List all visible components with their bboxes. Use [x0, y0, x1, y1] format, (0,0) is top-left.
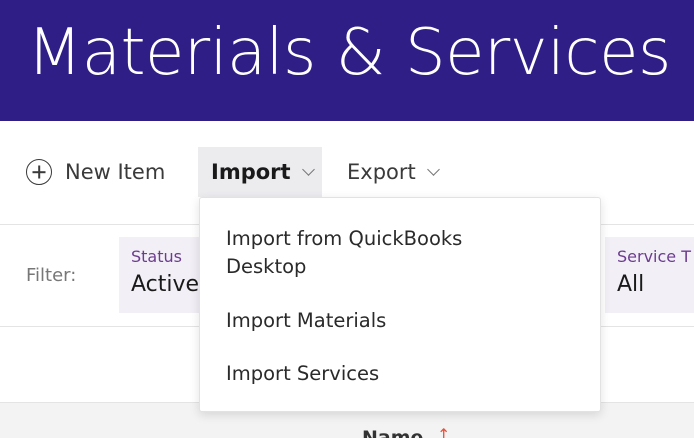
status-filter-value: Active	[131, 272, 200, 297]
filter-label: Filter:	[26, 265, 77, 286]
status-filter-caption: Status	[131, 247, 182, 266]
status-filter[interactable]: Status Active	[119, 237, 209, 313]
menu-item-import-quickbooks[interactable]: Import from QuickBooks Desktop	[226, 225, 526, 281]
import-button[interactable]: Import	[198, 147, 322, 197]
service-type-filter[interactable]: Service T All	[605, 237, 694, 313]
header-banner: Materials & Services	[0, 0, 694, 121]
sort-ascending-icon[interactable]: ↑	[437, 425, 450, 438]
import-dropdown-menu: Import from QuickBooks Desktop Import Ma…	[199, 197, 601, 412]
page-title: Materials & Services	[27, 16, 671, 90]
new-item-label: New Item	[65, 160, 166, 184]
service-type-filter-caption: Service T	[617, 247, 691, 266]
column-header-name[interactable]: Name	[362, 427, 423, 438]
page: Materials & Services New Item Import Exp…	[0, 0, 694, 438]
export-label: Export	[347, 160, 416, 184]
service-type-filter-value: All	[617, 272, 645, 297]
new-item-button[interactable]: New Item	[26, 147, 165, 197]
export-button[interactable]: Export	[347, 147, 440, 197]
plus-circle-icon	[26, 159, 52, 185]
menu-item-import-materials[interactable]: Import Materials	[226, 307, 386, 335]
chevron-down-icon	[301, 162, 315, 176]
menu-item-import-services[interactable]: Import Services	[226, 360, 379, 388]
import-label: Import	[211, 160, 291, 184]
chevron-down-icon	[426, 162, 440, 176]
